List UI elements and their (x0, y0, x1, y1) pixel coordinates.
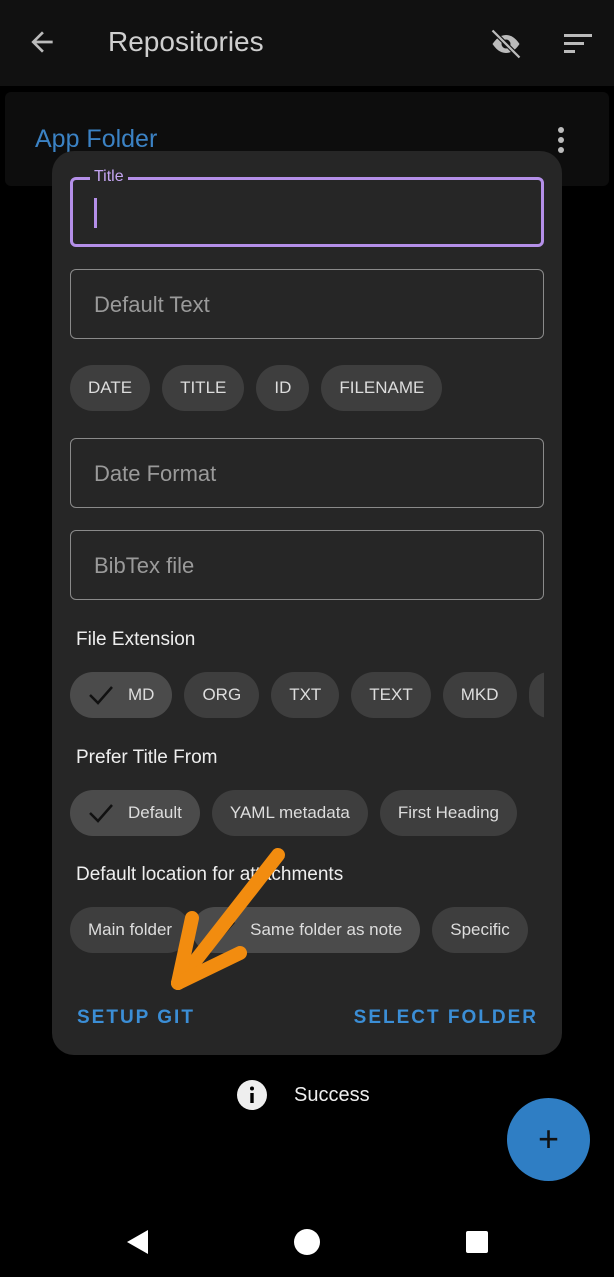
arrow-left-icon[interactable] (26, 26, 58, 58)
setup-git-button[interactable]: SETUP GIT (77, 1007, 195, 1029)
chip-id[interactable]: ID (256, 365, 310, 411)
date-format-placeholder: Date Format (94, 461, 217, 486)
chip-md[interactable]: MD (70, 672, 173, 718)
app-bar: Repositories (0, 0, 614, 86)
snackbar: Success (237, 1080, 370, 1110)
nav-recents-icon[interactable] (460, 1225, 494, 1259)
prefer-title-chips: Default YAML metadata First Heading (70, 790, 544, 836)
sort-icon[interactable] (562, 30, 594, 58)
select-folder-button[interactable]: SELECT FOLDER (354, 1007, 538, 1029)
placeholder-chips: DATE TITLE ID FILENAME (70, 365, 544, 411)
prefer-title-label: Prefer Title From (76, 747, 218, 768)
chip-main-folder[interactable]: Main folder (70, 907, 191, 953)
info-icon (237, 1080, 267, 1110)
chip-filename[interactable]: FILENAME (321, 365, 443, 411)
chip-default-label: Default (128, 803, 182, 822)
chip-text[interactable]: TEXT (351, 672, 431, 718)
bibtex-placeholder: BibTex file (94, 553, 195, 578)
repository-dialog: Title Default Text DATE TITLE ID FILENAM… (52, 151, 562, 1055)
add-repository-button[interactable]: + (507, 1098, 590, 1181)
file-extension-chips: MD ORG TXT TEXT MKD (70, 672, 544, 718)
chip-yaml[interactable]: YAML metadata (211, 790, 368, 836)
nav-home-icon[interactable] (290, 1225, 324, 1259)
date-format-input[interactable]: Date Format (70, 438, 544, 508)
chip-first-heading[interactable]: First Heading (379, 790, 517, 836)
chip-date[interactable]: DATE (70, 365, 151, 411)
chip-specific[interactable]: Specific (432, 907, 528, 953)
chip-more[interactable] (528, 672, 544, 718)
chip-same-folder-label: Same folder as note (250, 920, 403, 939)
chip-mkd[interactable]: MKD (442, 672, 517, 718)
chip-same-folder[interactable]: Same folder as note (192, 907, 421, 953)
more-vert-icon[interactable] (555, 126, 567, 156)
nav-back-icon[interactable] (122, 1225, 156, 1259)
attachments-label: Default location for attachments (76, 864, 344, 885)
bibtex-input[interactable]: BibTex file (70, 530, 544, 600)
check-icon (211, 921, 236, 940)
title-input[interactable]: Title (70, 168, 544, 247)
title-label: Title (90, 168, 128, 186)
check-icon (89, 686, 113, 705)
repository-name: App Folder (35, 125, 158, 153)
file-extension-label: File Extension (76, 629, 196, 650)
text-caret (94, 198, 97, 228)
default-text-placeholder: Default Text (94, 292, 210, 317)
snackbar-text: Success (294, 1083, 370, 1106)
check-icon (89, 804, 113, 823)
chip-org[interactable]: ORG (184, 672, 260, 718)
chip-default[interactable]: Default (70, 790, 200, 836)
default-text-input[interactable]: Default Text (70, 269, 544, 339)
chip-title[interactable]: TITLE (162, 365, 245, 411)
chip-txt[interactable]: TXT (271, 672, 340, 718)
attachments-chips: Main folder Same folder as note Specific (70, 907, 544, 953)
chip-md-label: MD (128, 685, 155, 704)
page-title: Repositories (108, 26, 264, 57)
eye-off-icon[interactable] (488, 26, 524, 62)
